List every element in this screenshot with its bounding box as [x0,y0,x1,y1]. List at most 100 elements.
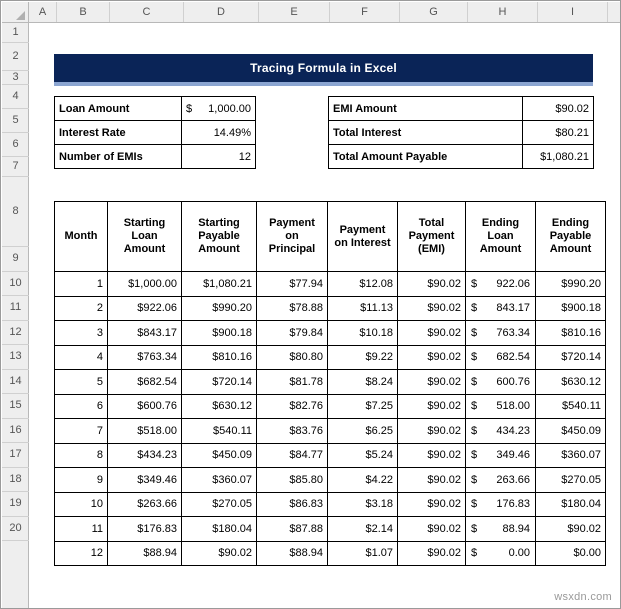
cell-ending-payable[interactable]: $900.18 [535,295,606,321]
cell-emi[interactable]: $90.02 [397,540,466,566]
row-header-3[interactable]: 3 [2,71,29,85]
cell-ending-loan[interactable]: $763.34 [465,320,536,346]
cell-interest[interactable]: $1.07 [327,540,398,566]
cell-starting-loan[interactable]: $763.34 [107,344,182,370]
cell-month[interactable]: 5 [54,369,108,395]
cell-starting-payable[interactable]: $180.04 [181,516,257,542]
info-label-cell[interactable]: Total Interest [328,120,523,145]
cell-ending-payable[interactable]: $630.12 [535,369,606,395]
cell-month[interactable]: 12 [54,540,108,566]
cell-principal[interactable]: $78.88 [256,295,328,321]
cell-starting-payable[interactable]: $900.18 [181,320,257,346]
row-header-12[interactable]: 12 [2,321,29,345]
cell-ending-payable[interactable]: $450.09 [535,418,606,444]
cell-emi[interactable]: $90.02 [397,418,466,444]
row-header-7[interactable]: 7 [2,157,29,177]
cell-ending-loan[interactable]: $88.94 [465,516,536,542]
cell-principal[interactable]: $79.84 [256,320,328,346]
cell-month[interactable]: 9 [54,467,108,493]
cell-interest[interactable]: $4.22 [327,467,398,493]
cell-ending-payable[interactable]: $90.02 [535,516,606,542]
cell-ending-payable[interactable]: $360.07 [535,442,606,468]
column-header-cell-4[interactable]: Payment on Interest [327,201,398,272]
cell-starting-payable[interactable]: $90.02 [181,540,257,566]
cell-emi[interactable]: $90.02 [397,516,466,542]
row-header-16[interactable]: 16 [2,419,29,443]
cell-month[interactable]: 8 [54,442,108,468]
cell-emi[interactable]: $90.02 [397,393,466,419]
info-label-cell[interactable]: Loan Amount [54,96,182,121]
info-label-cell[interactable]: Total Amount Payable [328,144,523,169]
cell-ending-loan[interactable]: $922.06 [465,271,536,297]
row-header-17[interactable]: 17 [2,443,29,468]
cell-month[interactable]: 11 [54,516,108,542]
cell-emi[interactable]: $90.02 [397,442,466,468]
cell-interest[interactable]: $8.24 [327,369,398,395]
column-header-h[interactable]: H [468,2,538,22]
cell-principal[interactable]: $87.88 [256,516,328,542]
cell-interest[interactable]: $12.08 [327,271,398,297]
worksheet-canvas[interactable]: Tracing Formula in Excel Loan Amount $1,0… [29,23,620,608]
cell-starting-loan[interactable]: $434.23 [107,442,182,468]
cell-ending-loan[interactable]: $600.76 [465,369,536,395]
cell-ending-loan[interactable]: $843.17 [465,295,536,321]
row-header-2[interactable]: 2 [2,43,29,71]
column-header-d[interactable]: D [184,2,259,22]
cell-ending-loan[interactable]: $176.83 [465,491,536,517]
cell-principal[interactable]: $77.94 [256,271,328,297]
cell-starting-loan[interactable]: $263.66 [107,491,182,517]
cell-interest[interactable]: $5.24 [327,442,398,468]
cell-month[interactable]: 6 [54,393,108,419]
info-value-cell[interactable]: $1,000.00 [181,96,256,121]
info-value-cell[interactable]: 14.49% [181,120,256,145]
cell-starting-loan[interactable]: $843.17 [107,320,182,346]
column-header-cell-6[interactable]: Ending Loan Amount [465,201,536,272]
cell-month[interactable]: 2 [54,295,108,321]
cell-ending-payable[interactable]: $540.11 [535,393,606,419]
cell-principal[interactable]: $86.83 [256,491,328,517]
cell-interest[interactable]: $6.25 [327,418,398,444]
info-value-cell[interactable]: $1,080.21 [522,144,594,169]
cell-month[interactable]: 3 [54,320,108,346]
column-header-g[interactable]: G [400,2,468,22]
column-header-cell-3[interactable]: Payment on Principal [256,201,328,272]
column-header-cell-0[interactable]: Month [54,201,108,272]
row-header-10[interactable]: 10 [2,272,29,296]
cell-ending-payable[interactable]: $720.14 [535,344,606,370]
column-header-a[interactable]: A [29,2,57,22]
column-header-cell-2[interactable]: Starting Payable Amount [181,201,257,272]
cell-starting-loan[interactable]: $88.94 [107,540,182,566]
cell-interest[interactable]: $2.14 [327,516,398,542]
cell-starting-payable[interactable]: $540.11 [181,418,257,444]
cell-principal[interactable]: $82.76 [256,393,328,419]
column-header-i[interactable]: I [538,2,608,22]
info-label-cell[interactable]: EMI Amount [328,96,523,121]
cell-ending-loan[interactable]: $263.66 [465,467,536,493]
cell-starting-payable[interactable]: $990.20 [181,295,257,321]
cell-ending-loan[interactable]: $434.23 [465,418,536,444]
cell-starting-loan[interactable]: $1,000.00 [107,271,182,297]
cell-principal[interactable]: $80.80 [256,344,328,370]
cell-emi[interactable]: $90.02 [397,491,466,517]
cell-starting-loan[interactable]: $349.46 [107,467,182,493]
row-header-13[interactable]: 13 [2,345,29,370]
cell-emi[interactable]: $90.02 [397,320,466,346]
row-header-1[interactable]: 1 [2,23,29,43]
cell-ending-loan[interactable]: $682.54 [465,344,536,370]
row-header-11[interactable]: 11 [2,296,29,321]
cell-month[interactable]: 7 [54,418,108,444]
column-header-cell-7[interactable]: Ending Payable Amount [535,201,606,272]
cell-interest[interactable]: $7.25 [327,393,398,419]
cell-emi[interactable]: $90.02 [397,344,466,370]
row-header-8[interactable]: 8 [2,177,29,247]
row-header-4[interactable]: 4 [2,85,29,109]
cell-interest[interactable]: $11.13 [327,295,398,321]
cell-starting-loan[interactable]: $518.00 [107,418,182,444]
info-label-cell[interactable]: Interest Rate [54,120,182,145]
cell-emi[interactable]: $90.02 [397,467,466,493]
cell-starting-payable[interactable]: $360.07 [181,467,257,493]
column-header-b[interactable]: B [57,2,110,22]
row-header-20[interactable]: 20 [2,517,29,541]
row-header-19[interactable]: 19 [2,492,29,517]
cell-starting-payable[interactable]: $630.12 [181,393,257,419]
